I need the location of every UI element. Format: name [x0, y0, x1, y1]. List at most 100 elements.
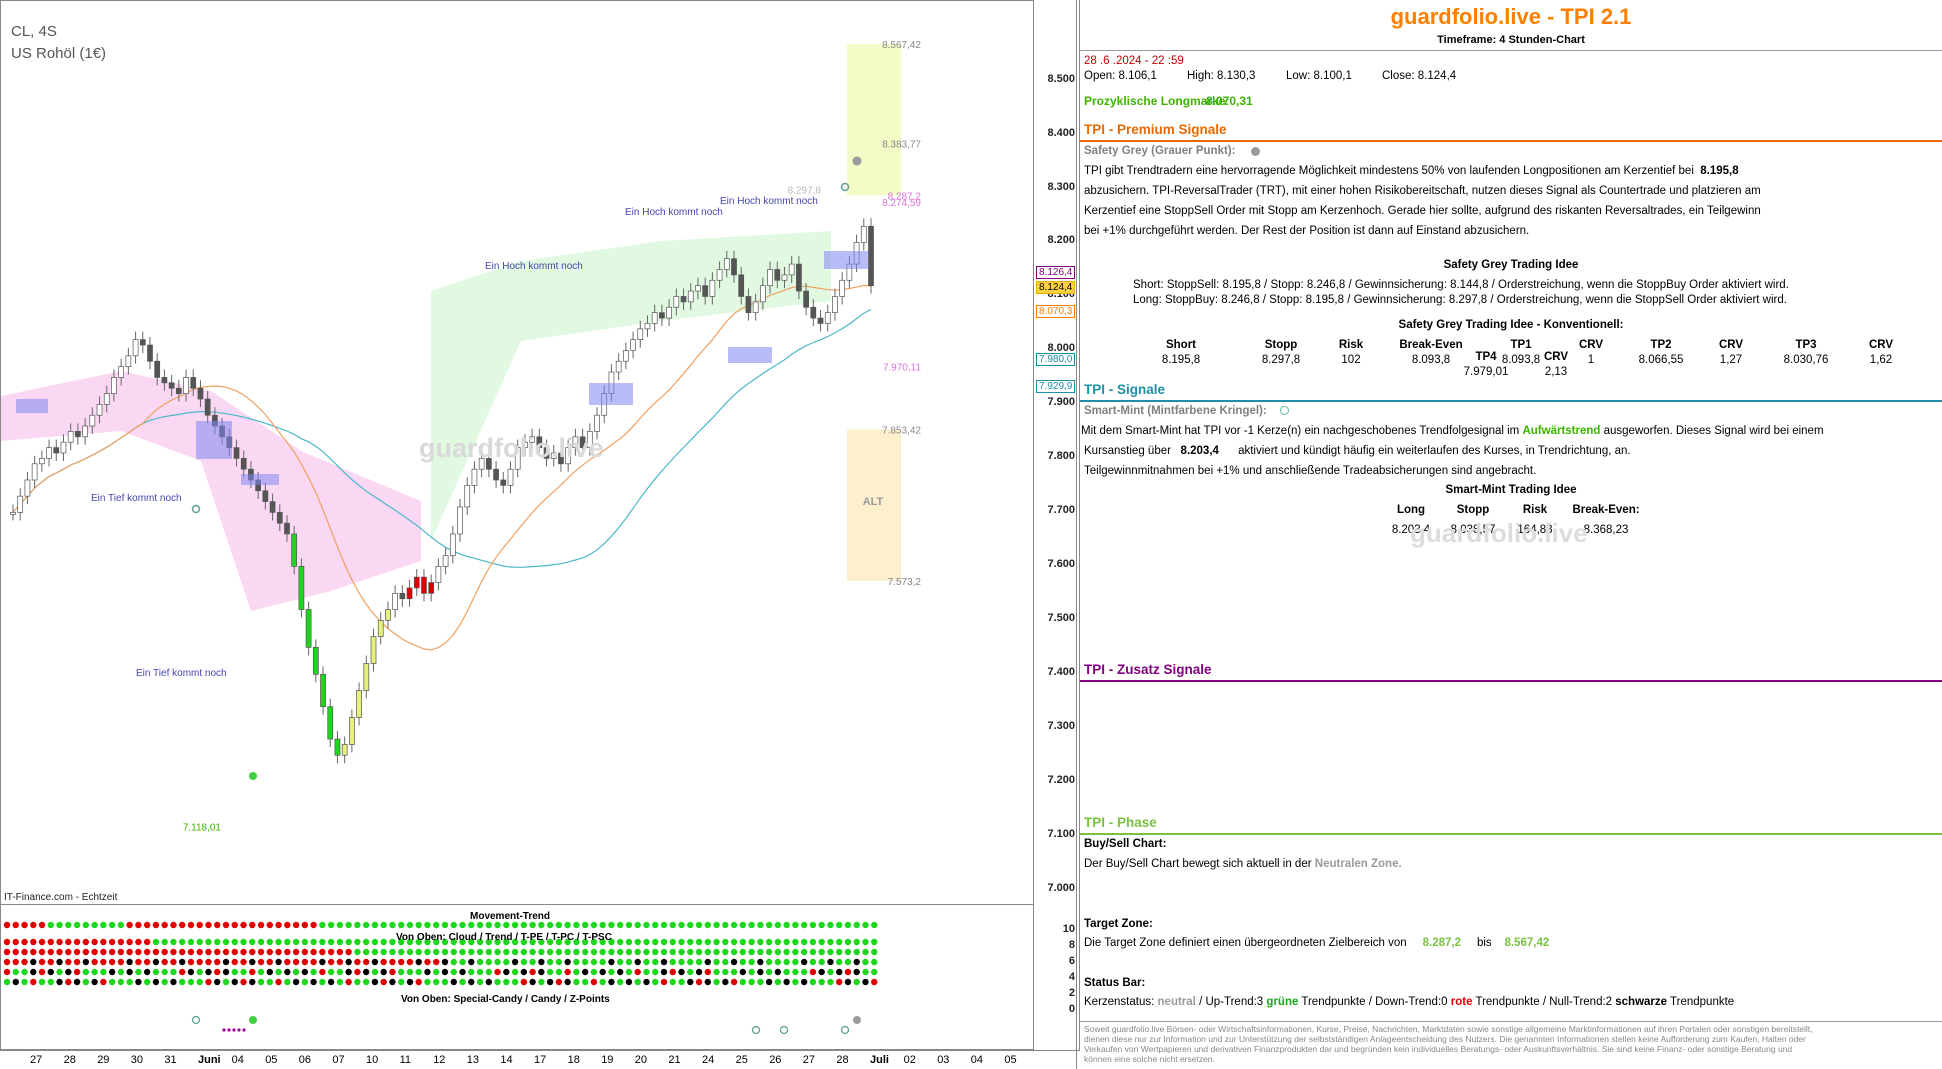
trend-dot: [555, 921, 563, 929]
trend-dot: [529, 968, 536, 976]
special-candy-marker: [751, 1025, 761, 1035]
time-tick-label: 31: [164, 1054, 177, 1066]
trend-dot: [187, 938, 195, 946]
trend-dot: [494, 948, 501, 956]
trend-dot: [450, 978, 457, 986]
trend-dot: [608, 958, 615, 966]
trend-dot: [126, 948, 133, 956]
trend-dot: [871, 921, 878, 929]
sg-konv-title: Safety Grey Trading Idee - Konventionell…: [1398, 319, 1624, 331]
candle-body: [803, 290, 809, 308]
trend-dot: [757, 978, 764, 986]
trend-dot: [275, 978, 282, 986]
trend-dot: [529, 921, 536, 929]
trend-dot: [713, 921, 720, 929]
trend-dot: [73, 948, 81, 956]
price-tick-label: 7.300: [1047, 720, 1075, 733]
status-bar-text: Kerzenstatus: neutral / Up-Trend:3 grüne…: [1084, 996, 1735, 1008]
trend-dot: [222, 948, 230, 956]
trend-dot: [30, 978, 37, 986]
trend-dot: [152, 938, 160, 946]
trend-dot: [56, 938, 63, 946]
sg-long-line: Long: StoppBuy: 8.246,8 / Stopp: 8.195,8…: [1133, 294, 1787, 306]
trend-dot: [91, 978, 98, 986]
trend-dot: [249, 921, 256, 929]
table-cell: Stopp: [1456, 504, 1490, 516]
trend-dot: [424, 948, 431, 956]
trend-dot: [441, 948, 449, 956]
trend-dot: [362, 948, 370, 956]
trend-dot: [284, 948, 291, 956]
trend-dot: [695, 948, 703, 956]
trend-dot: [809, 968, 817, 976]
trend-dot: [713, 958, 720, 966]
panel-watermark: guardfolio.live: [1410, 518, 1588, 548]
trend-dot: [415, 948, 422, 956]
trend-dot: [47, 938, 54, 946]
phase-header: TPI - Phase: [1080, 815, 1942, 835]
table-cell: Break-Even:: [1572, 504, 1640, 516]
trend-dot: [143, 921, 151, 929]
trend-dot: [143, 938, 151, 946]
safety-grey-text-2: abzusichern. TPI-ReversalTrader (TRT), m…: [1084, 185, 1761, 197]
candle-body: [810, 306, 817, 319]
candle-body: [53, 447, 60, 454]
trend-dot: [100, 978, 107, 986]
panel-datetime: 28 .6 .2024 - 22 :59: [1084, 55, 1184, 67]
trend-dot: [257, 921, 265, 929]
candle-body: [161, 377, 168, 384]
safety-grey-text-4: bei +1% durchgeführt werden. Der Rest de…: [1084, 225, 1530, 237]
trend-dot: [187, 978, 195, 986]
trend-dot: [730, 921, 738, 929]
trend-dot: [476, 921, 484, 929]
trend-dot: [161, 921, 168, 929]
trend-dot: [792, 948, 799, 956]
trend-dot: [336, 978, 344, 986]
trend-dot: [371, 938, 379, 946]
data-source-label: IT-Finance.com - Echtzeit: [4, 892, 118, 903]
trend-dot: [284, 938, 291, 946]
trend-dot: [345, 948, 352, 956]
trend-dot: [800, 958, 808, 966]
trend-dot: [170, 938, 177, 946]
trend-dot: [634, 948, 641, 956]
trend-dot: [196, 968, 203, 976]
table-cell: 1,62: [1869, 354, 1893, 366]
trend-dot: [625, 948, 633, 956]
price-tick-label: 7.600: [1047, 558, 1075, 571]
trend-dot: [459, 968, 466, 976]
trend-dot: [836, 968, 843, 976]
trend-dot: [862, 948, 869, 956]
time-tick-label: 11: [399, 1054, 412, 1066]
trend-dot: [310, 921, 317, 929]
trend-dot: [170, 978, 177, 986]
candle-body: [738, 274, 745, 297]
trend-dot: [21, 978, 28, 986]
trend-dot: [126, 958, 133, 966]
trend-dot: [871, 948, 878, 956]
signal-annotation: Ein Hoch kommt noch: [720, 196, 818, 207]
trend-dot: [774, 978, 782, 986]
trend-dot: [608, 968, 615, 976]
candle-body: [10, 512, 16, 515]
table-cell: CRV: [1718, 339, 1744, 351]
trend-dot: [687, 958, 694, 966]
trend-dot: [546, 978, 554, 986]
trend-dot: [678, 921, 685, 929]
candle-body: [644, 323, 651, 330]
candle-body: [709, 279, 716, 297]
trend-dot: [205, 958, 212, 966]
trend-dot: [433, 968, 440, 976]
trend-dot: [660, 968, 668, 976]
trend-dot: [47, 921, 54, 929]
candle-body: [788, 263, 795, 276]
trend-dot: [100, 938, 107, 946]
trend-dot: [643, 921, 650, 929]
candle-body: [824, 312, 831, 324]
trend-dot: [21, 958, 28, 966]
price-chart[interactable]: ALT 8.567,42 8.383,77 8.297,8 8.287,2 8.274,5…: [0, 0, 1034, 905]
trend-dot: [301, 978, 309, 986]
trend-dot: [573, 978, 580, 986]
trend-dot: [336, 921, 344, 929]
trend-dot: [573, 948, 580, 956]
